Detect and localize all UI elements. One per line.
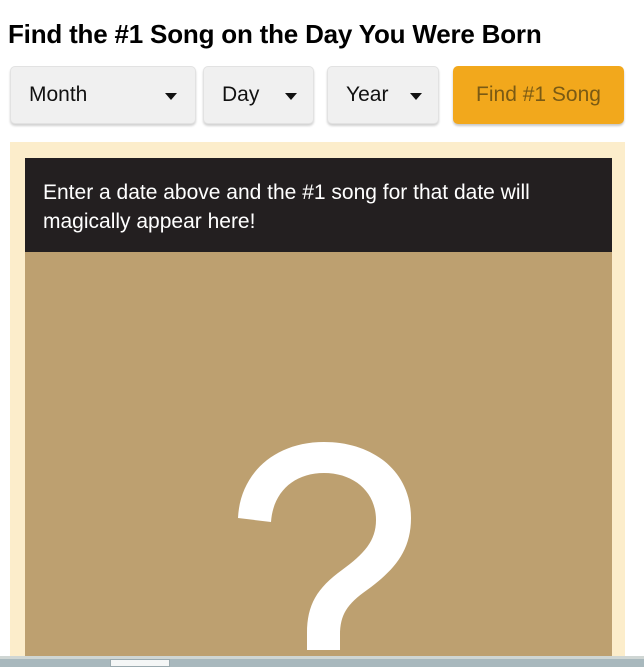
year-select-label: Year bbox=[346, 83, 389, 106]
date-picker-controls: Month Day Year Find #1 Song bbox=[0, 64, 644, 130]
day-select-label: Day bbox=[222, 83, 260, 106]
chevron-down-icon bbox=[165, 93, 177, 100]
month-select[interactable]: Month bbox=[10, 66, 196, 124]
page-title: Find the #1 Song on the Day You Were Bor… bbox=[8, 19, 542, 50]
result-message-banner: Enter a date above and the #1 song for t… bbox=[25, 158, 612, 252]
horizontal-scrollbar[interactable] bbox=[0, 659, 644, 667]
album-art-placeholder bbox=[25, 252, 612, 660]
result-card: Enter a date above and the #1 song for t… bbox=[10, 142, 625, 661]
find-song-button[interactable]: Find #1 Song bbox=[453, 66, 624, 124]
result-message-text: Enter a date above and the #1 song for t… bbox=[43, 181, 530, 233]
chevron-down-icon bbox=[410, 93, 422, 100]
chevron-down-icon bbox=[285, 93, 297, 100]
year-select[interactable]: Year bbox=[327, 66, 439, 124]
day-select[interactable]: Day bbox=[203, 66, 314, 124]
album-art-canvas bbox=[25, 252, 612, 660]
question-mark-placeholder-icon bbox=[238, 442, 411, 650]
scrollbar-thumb[interactable] bbox=[110, 659, 170, 667]
month-select-label: Month bbox=[29, 83, 88, 106]
